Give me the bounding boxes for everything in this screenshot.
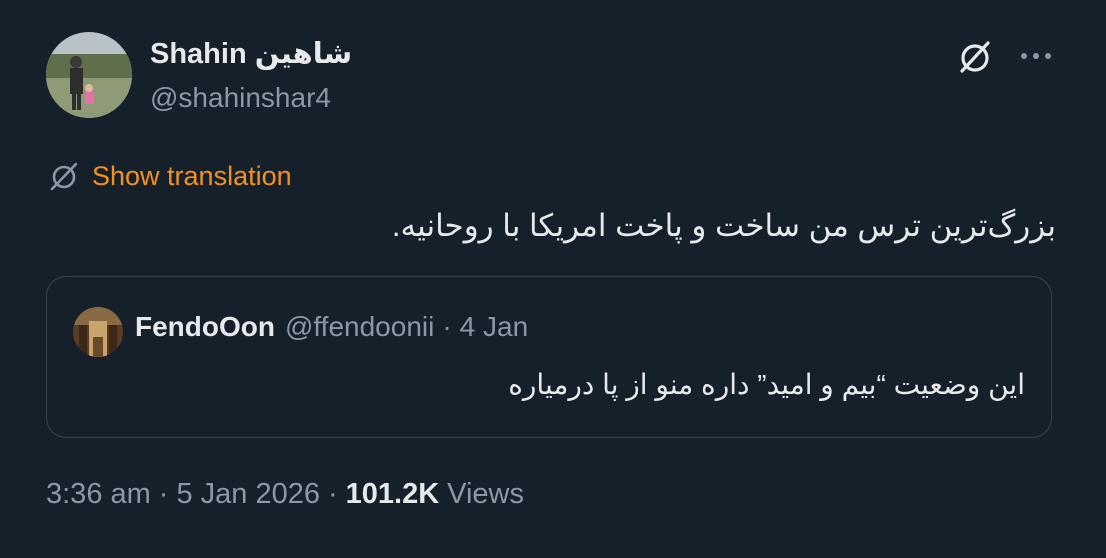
quote-separator: · xyxy=(442,311,452,342)
translate-slash-icon[interactable] xyxy=(954,36,996,78)
quote-header: FendoOon @ffendoonii · 4 Jan xyxy=(135,311,528,343)
tweet-text: بزرگ‌ترین ترس من ساخت و پاخت امریکا با ر… xyxy=(391,208,1056,243)
views-label: Views xyxy=(447,478,525,510)
meta-separator: · xyxy=(327,478,338,510)
more-dots-icon[interactable] xyxy=(1016,40,1056,72)
quote-avatar-photo xyxy=(73,307,123,357)
quote-date[interactable]: 4 Jan xyxy=(460,311,529,343)
author-avatar[interactable] xyxy=(46,32,132,118)
meta-separator: · xyxy=(158,478,169,510)
translate-slash-icon xyxy=(46,158,82,194)
avatar-photo xyxy=(46,32,132,118)
quote-author-handle[interactable]: @ffendoonii xyxy=(285,311,434,343)
show-translation-button[interactable]: Show translation xyxy=(46,156,292,196)
tweet-card: Shahin شاهین @shahinshar4 Show translati… xyxy=(0,0,1106,558)
tweet-meta: 3:36 am · 5 Jan 2026 · 101.2K Views xyxy=(46,478,524,511)
quoted-tweet[interactable]: FendoOon @ffendoonii · 4 Jan این وضعیت “… xyxy=(46,276,1052,438)
author-name[interactable]: Shahin شاهین xyxy=(150,36,352,71)
tweet-time[interactable]: 3:36 am xyxy=(46,478,151,511)
quote-text: این وضعیت “بیم و امید” داره منو از پا در… xyxy=(508,369,1025,400)
views-count[interactable]: 101.2K xyxy=(346,478,440,511)
quote-author-avatar[interactable] xyxy=(73,307,123,357)
tweet-date[interactable]: 5 Jan 2026 xyxy=(176,478,320,511)
author-handle[interactable]: @shahinshar4 xyxy=(150,82,331,114)
quote-author-name[interactable]: FendoOon xyxy=(135,311,275,343)
show-translation-label[interactable]: Show translation xyxy=(92,161,292,192)
